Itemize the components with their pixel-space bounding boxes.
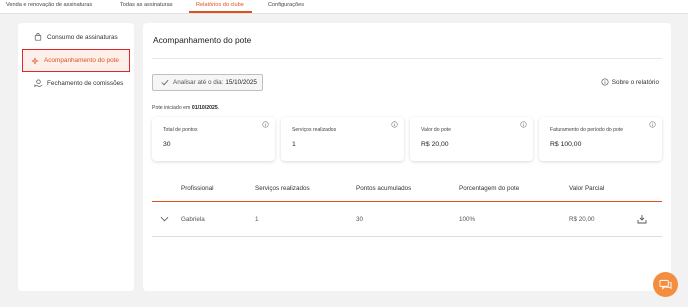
info-icon[interactable]	[391, 121, 398, 128]
info-icon[interactable]	[262, 121, 269, 128]
tab-todas-assinaturas[interactable]: Todas as assinaturas	[120, 2, 173, 8]
card-value: R$ 100,00	[550, 141, 582, 148]
active-tab-indicator	[189, 11, 252, 13]
page-title: Acompanhamento do pote	[153, 35, 252, 45]
column-header-porcentagem: Porcentagem do pote	[459, 185, 520, 192]
sobre-relatorio-link[interactable]: Sobre o relatório	[601, 78, 659, 86]
table-header-divider	[152, 201, 662, 202]
sobre-label: Sobre o relatório	[611, 78, 659, 86]
pote-started-text: Pote iniciado em 01/10/2025.	[152, 105, 219, 111]
download-icon[interactable]	[637, 214, 647, 224]
cell-profissional: Gabriela	[181, 216, 205, 223]
chevron-down-icon[interactable]	[160, 216, 169, 222]
chat-button[interactable]	[653, 272, 678, 297]
card-label: Valor do pote	[421, 127, 451, 133]
column-header-pontos: Pontos acumulados	[356, 185, 412, 192]
sidebar-item-label: Consumo de assinaturas	[47, 33, 118, 41]
info-icon	[601, 78, 609, 86]
sidebar-item-fechamento[interactable]: Fechamento de comissões	[24, 75, 128, 91]
check-icon	[161, 79, 169, 86]
sidebar-item-label: Fechamento de comissões	[47, 79, 124, 87]
cell-valor-parcial: R$ 20,00	[569, 216, 595, 223]
column-header-valor-parcial: Valor Parcial	[569, 185, 605, 192]
pote-date: 01/10/2025	[191, 105, 218, 111]
sidebar: Consumo de assinaturas Acompanhamento do…	[18, 23, 134, 291]
main-panel: Acompanhamento do pote Analisar até o di…	[143, 23, 671, 291]
pote-suffix: .	[217, 105, 220, 111]
column-header-profissional: Profissional	[181, 185, 214, 192]
top-tab-bar: Venda e renovação de assinaturas Todas a…	[0, 0, 688, 14]
card-label: Faturamento do período do pote	[550, 127, 624, 133]
money-hand-icon	[33, 78, 43, 88]
tab-configuracoes[interactable]: Configurações	[268, 2, 304, 8]
tab-venda-renovacao[interactable]: Venda e renovação de assinaturas	[6, 2, 92, 8]
sparkle-icon	[30, 56, 40, 66]
card-label: Serviços realizados	[292, 127, 337, 133]
analisar-label: Analisar até o dia:	[173, 79, 224, 86]
title-divider	[152, 58, 662, 59]
chat-icon	[659, 279, 672, 291]
sidebar-item-acompanhamento[interactable]: Acompanhamento do pote	[22, 49, 130, 72]
card-servicos-realizados: Serviços realizados 1	[281, 117, 404, 161]
card-total-pontos: Total de pontos 30	[152, 117, 275, 161]
card-value: 1	[292, 141, 296, 148]
card-label: Total de pontos	[163, 127, 198, 133]
tab-relatorios-clube[interactable]: Relatórios do clube	[196, 2, 244, 8]
analisar-date: 15/10/2025	[225, 79, 257, 86]
card-value: 30	[163, 141, 171, 148]
table-row-divider	[152, 236, 662, 237]
shopping-bag-icon	[33, 32, 43, 42]
card-valor-pote: Valor do pote R$ 20,00	[410, 117, 533, 161]
sidebar-item-consumo[interactable]: Consumo de assinaturas	[24, 29, 128, 45]
pote-prefix: Pote iniciado em	[152, 105, 191, 111]
cell-servicos: 1	[255, 216, 259, 223]
sidebar-item-label: Acompanhamento do pote	[44, 57, 119, 64]
info-icon[interactable]	[649, 121, 656, 128]
info-icon[interactable]	[520, 121, 527, 128]
card-faturamento-periodo: Faturamento do período do pote R$ 100,00	[539, 117, 662, 161]
analisar-date-button[interactable]: Analisar até o dia: 15/10/2025	[152, 74, 263, 91]
column-header-servicos: Serviços realizados	[255, 185, 310, 192]
cell-porcentagem: 100%	[459, 216, 476, 223]
cell-pontos: 30	[356, 216, 364, 223]
card-value: R$ 20,00	[421, 141, 449, 148]
